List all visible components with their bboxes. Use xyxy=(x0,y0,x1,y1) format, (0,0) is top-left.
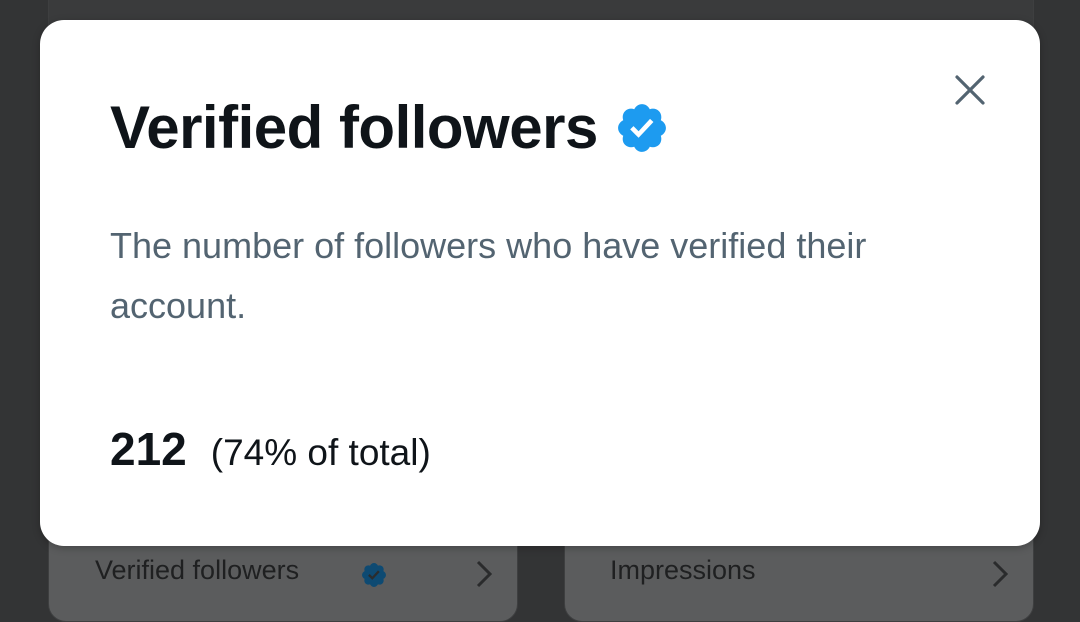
stat-row: 212 (74% of total) xyxy=(110,422,431,476)
dialog-header: Verified followers xyxy=(110,92,670,164)
dialog-title: Verified followers xyxy=(110,94,598,161)
impressions-card-label: Impressions xyxy=(610,555,756,585)
verified-followers-count: 212 xyxy=(110,423,187,475)
verified-badge-icon xyxy=(362,563,386,587)
chevron-right-icon xyxy=(992,560,1009,588)
chevron-right-icon xyxy=(476,560,493,588)
close-button[interactable] xyxy=(948,68,992,112)
verified-followers-dialog: Verified followers The number of followe… xyxy=(40,20,1040,546)
dialog-description: The number of followers who have verifie… xyxy=(110,225,867,326)
verified-badge-icon xyxy=(617,104,666,152)
verified-followers-card-label: Verified followers xyxy=(95,555,300,585)
close-icon xyxy=(955,75,985,105)
verified-followers-percent: (74% of total) xyxy=(210,432,431,473)
